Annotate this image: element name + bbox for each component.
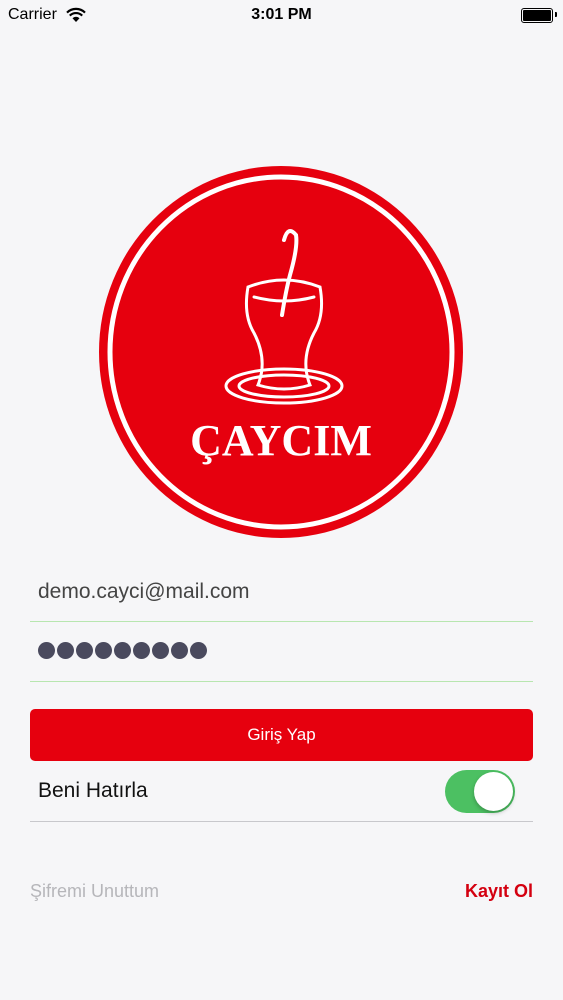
password-dot <box>95 642 112 659</box>
password-field[interactable] <box>30 623 533 682</box>
password-dot <box>76 642 93 659</box>
caycim-logo: ÇAYCIM <box>99 166 463 538</box>
battery-tip <box>555 12 557 17</box>
password-dot <box>171 642 188 659</box>
forgot-password-link[interactable]: Şifremi Unuttum <box>30 881 159 902</box>
password-dot <box>152 642 169 659</box>
status-bar: Carrier 3:01 PM <box>0 0 563 30</box>
toggle-knob <box>474 772 513 811</box>
password-dot <box>38 642 55 659</box>
clock: 3:01 PM <box>251 6 312 23</box>
remember-me-toggle[interactable] <box>445 770 515 813</box>
battery-icon <box>521 8 553 23</box>
email-input[interactable] <box>30 563 533 621</box>
password-dot <box>114 642 131 659</box>
password-mask <box>38 642 207 659</box>
password-dot <box>133 642 150 659</box>
password-dot <box>57 642 74 659</box>
email-field[interactable] <box>30 563 533 622</box>
login-button[interactable]: Giriş Yap <box>30 709 533 761</box>
register-link[interactable]: Kayıt Ol <box>465 881 533 902</box>
remember-me-label: Beni Hatırla <box>38 779 148 802</box>
logo-brand-text: ÇAYCIM <box>190 416 372 465</box>
remember-me-row: Beni Hatırla <box>30 762 533 822</box>
password-dot <box>190 642 207 659</box>
